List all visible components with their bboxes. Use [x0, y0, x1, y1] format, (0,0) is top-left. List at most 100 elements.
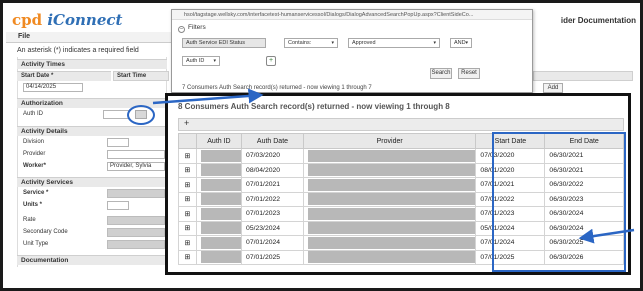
- app-logo: cpd iConnect: [12, 11, 122, 29]
- provider-cell: [302, 177, 477, 193]
- auth-id-cell: [195, 220, 243, 236]
- division-select[interactable]: [107, 138, 129, 147]
- end-date-cell: 06/30/2021: [544, 148, 624, 164]
- redacted-block: [307, 164, 476, 177]
- unit-type-field: [107, 240, 165, 249]
- redacted-block: [200, 164, 242, 177]
- provider-cell: [302, 206, 477, 222]
- start-date-cell: 08/01/2020: [475, 162, 546, 178]
- redacted-block: [200, 251, 242, 264]
- start-date-cell: 07/01/2025: [475, 249, 546, 265]
- section-activity-services: Activity Services: [17, 177, 167, 187]
- division-label: Division: [23, 139, 45, 145]
- row-expand-button[interactable]: ⊞: [178, 235, 197, 251]
- col-end-date[interactable]: End Date: [544, 133, 624, 149]
- table-row[interactable]: ⊞ 07/01/2022 07/01/2022 06/30/2023: [178, 191, 624, 207]
- chevron-down-icon: ▾: [433, 40, 436, 46]
- provider-cell: [302, 191, 477, 207]
- add-button[interactable]: Add: [543, 83, 563, 93]
- chevron-down-icon: ▾: [213, 58, 216, 64]
- filter-operator-text: Contains:: [288, 40, 312, 46]
- start-date-cell: 07/03/2020: [475, 148, 546, 164]
- table-row[interactable]: ⊞ 07/01/2025 07/01/2025 06/30/2026: [178, 249, 624, 265]
- filter-field2-text: Auth ID: [186, 58, 205, 64]
- filter-field2-select[interactable]: Auth ID ▾: [182, 56, 220, 66]
- provider-cell: [302, 148, 477, 164]
- chevron-down-icon: ▾: [331, 40, 334, 46]
- start-date-cell: 07/01/2022: [475, 191, 546, 207]
- row-expand-button[interactable]: ⊞: [178, 177, 197, 193]
- page-title: ider Documentation: [560, 16, 636, 25]
- auth-id-cell: [195, 249, 243, 265]
- reset-button[interactable]: Reset: [458, 68, 480, 79]
- collapse-icon[interactable]: –: [178, 26, 185, 33]
- end-date-cell: 06/30/2026: [544, 249, 624, 265]
- rate-field: [107, 216, 165, 225]
- provider-cell: [302, 162, 477, 178]
- provider-cell: [302, 235, 477, 251]
- end-date-cell: 06/30/2022: [544, 177, 624, 193]
- auth-date-cell: 05/23/2024: [241, 220, 304, 236]
- row-expand-button[interactable]: ⊞: [178, 206, 197, 222]
- advanced-search-popup: hsol/tagstage.wellsky.com/interfacetest-…: [171, 9, 533, 93]
- provider-label: Provider: [23, 151, 46, 157]
- auth-id-cell: [195, 206, 243, 222]
- table-header-row: Auth ID Auth Date Provider Start Date En…: [178, 133, 624, 149]
- redacted-block: [200, 222, 242, 235]
- screenshot-frame: cpd iConnect ider Documentation File An …: [0, 0, 643, 291]
- auth-id-cell: [195, 191, 243, 207]
- provider-select[interactable]: [107, 150, 165, 159]
- provider-cell: [302, 249, 477, 265]
- auth-date-cell: 07/03/2020: [241, 148, 304, 164]
- table-row[interactable]: ⊞ 07/01/2024 07/01/2024 06/30/2025: [178, 235, 624, 251]
- row-expand-button[interactable]: ⊞: [178, 162, 197, 178]
- col-start-date[interactable]: Start Date: [475, 133, 546, 149]
- table-row[interactable]: ⊞ 08/04/2020 08/01/2020 06/30/2021: [178, 162, 624, 178]
- results-title: 8 Consumers Auth Search record(s) return…: [178, 102, 450, 111]
- filter-field-select[interactable]: Auth Service EDI Status: [182, 38, 266, 48]
- end-date-cell: 06/30/2024: [544, 220, 624, 236]
- worker-input[interactable]: Provider, Sylvia: [107, 162, 165, 171]
- secondary-code-field[interactable]: [107, 228, 165, 237]
- required-note: An asterisk (*) indicates a required fie…: [17, 47, 139, 54]
- filters-title[interactable]: – Filters: [178, 24, 206, 33]
- popup-result-text: 7 Consumers Auth Search record(s) return…: [182, 85, 372, 91]
- filter-operator-select[interactable]: Contains: ▾: [284, 38, 338, 48]
- service-select[interactable]: [107, 189, 165, 198]
- filter-value-select[interactable]: Approved ▾: [348, 38, 440, 48]
- zoomed-results-panel: 8 Consumers Auth Search record(s) return…: [165, 93, 631, 275]
- search-button[interactable]: Search: [430, 68, 452, 79]
- col-auth-date[interactable]: Auth Date: [241, 133, 304, 149]
- section-activity-details: Activity Details: [17, 126, 167, 136]
- redacted-block: [200, 207, 242, 220]
- filter-logic-select[interactable]: AND ▾: [450, 38, 472, 48]
- row-expand-button[interactable]: ⊞: [178, 249, 197, 265]
- col-provider[interactable]: Provider: [302, 133, 477, 149]
- auth-id-input[interactable]: [103, 110, 129, 119]
- end-date-cell: 06/30/2025: [544, 235, 624, 251]
- auth-id-cell: [195, 162, 243, 178]
- end-date-cell: 06/30/2021: [544, 162, 624, 178]
- table-row[interactable]: ⊞ 07/01/2021 07/01/2021 06/30/2022: [178, 177, 624, 193]
- table-row[interactable]: ⊞ 05/23/2024 05/01/2024 06/30/2024: [178, 220, 624, 236]
- start-time-label: Start Time: [113, 71, 169, 81]
- col-auth-id[interactable]: Auth ID: [195, 133, 243, 149]
- expand-all-button[interactable]: +: [184, 118, 189, 128]
- redacted-block: [307, 251, 476, 264]
- row-expand-button[interactable]: ⊞: [178, 191, 197, 207]
- provider-cell: [302, 220, 477, 236]
- menu-file[interactable]: File: [18, 33, 30, 40]
- table-row[interactable]: ⊞ 07/03/2020 07/03/2020 06/30/2021: [178, 148, 624, 164]
- redacted-block: [200, 178, 242, 191]
- units-label: Units *: [23, 202, 43, 208]
- table-row[interactable]: ⊞ 07/01/2023 07/01/2023 06/30/2024: [178, 206, 624, 222]
- start-date-input[interactable]: 04/14/2025: [23, 83, 83, 92]
- auth-search-button[interactable]: [135, 110, 147, 119]
- add-filter-button[interactable]: +: [266, 56, 276, 66]
- row-expand-button[interactable]: ⊞: [178, 148, 197, 164]
- redacted-block: [200, 149, 242, 162]
- units-input[interactable]: [107, 201, 129, 210]
- redacted-block: [307, 178, 476, 191]
- secondary-code-label: Secondary Code: [23, 229, 68, 235]
- row-expand-button[interactable]: ⊞: [178, 220, 197, 236]
